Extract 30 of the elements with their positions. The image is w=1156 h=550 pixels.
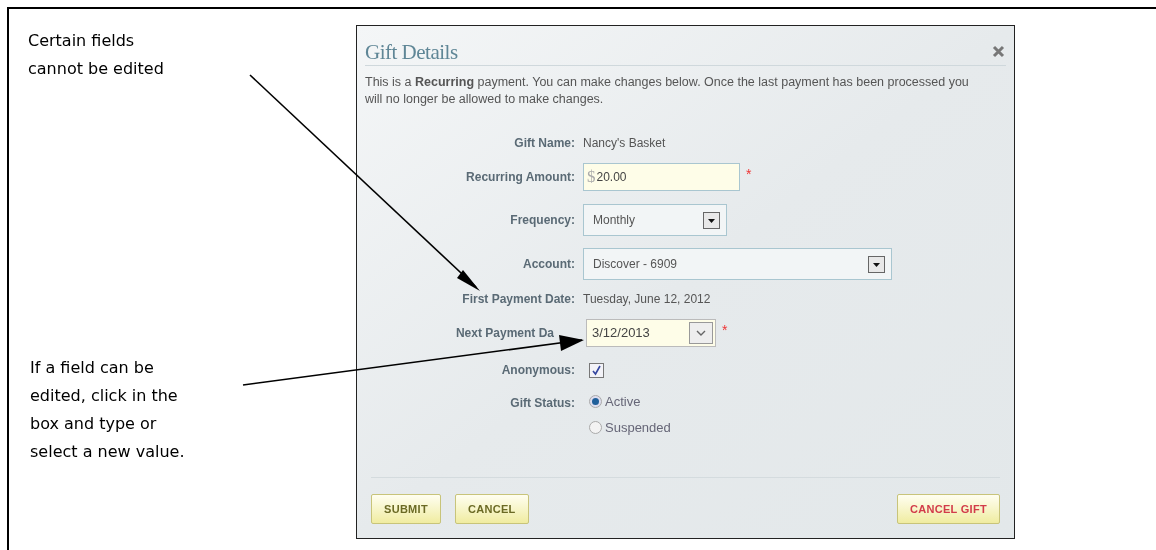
amount-field[interactable]: $20.00 bbox=[583, 163, 740, 191]
field-value: Tuesday, June 12, 2012 bbox=[583, 291, 711, 308]
description-text: This is a Recurring payment. You can make changes below. Once the last payment has been processed you will no longer be allowed to make changes. bbox=[365, 74, 970, 108]
field-label: Next Payment Da bbox=[455, 325, 554, 342]
field-value: Discover - 6909 bbox=[593, 256, 678, 273]
field-label: Anonymous: bbox=[500, 362, 575, 379]
action-button[interactable]: CANCEL GIFT bbox=[896, 494, 1000, 524]
field-value: 3/12/2013 bbox=[592, 324, 650, 343]
annotation-text: If a field can be edited, click in the box and type or select a new value. bbox=[30, 357, 185, 463]
field-label: Gift Name: bbox=[513, 135, 575, 152]
required-mark: * bbox=[746, 165, 752, 184]
dialog-title: Gift Details bbox=[365, 40, 458, 64]
field-label: Account: bbox=[522, 256, 575, 273]
field-value: Monthly bbox=[593, 212, 636, 229]
action-button[interactable]: CANCEL bbox=[454, 494, 529, 524]
date-field[interactable]: 3/12/2013 bbox=[586, 319, 716, 347]
dropdown-field[interactable]: Discover - 6909 bbox=[583, 248, 892, 280]
field-label: First Payment Date: bbox=[461, 291, 575, 308]
field-label: Gift Status: bbox=[509, 395, 575, 412]
dropdown-field[interactable]: Monthly bbox=[583, 204, 727, 236]
currency-prefix: $ bbox=[587, 166, 596, 189]
radio-option[interactable]: Suspended bbox=[589, 417, 1006, 437]
required-mark: * bbox=[722, 321, 728, 340]
annotation-text: Certain fields cannot be edited bbox=[28, 30, 164, 80]
field-value: 20.00 bbox=[596, 169, 627, 186]
field-value: Nancy's Basket bbox=[583, 135, 666, 152]
field-label: Frequency: bbox=[509, 212, 575, 229]
radio-option[interactable]: Active bbox=[589, 392, 1006, 412]
field-label: Recurring Amount: bbox=[465, 169, 575, 186]
action-button[interactable]: SUBMIT bbox=[371, 494, 441, 524]
